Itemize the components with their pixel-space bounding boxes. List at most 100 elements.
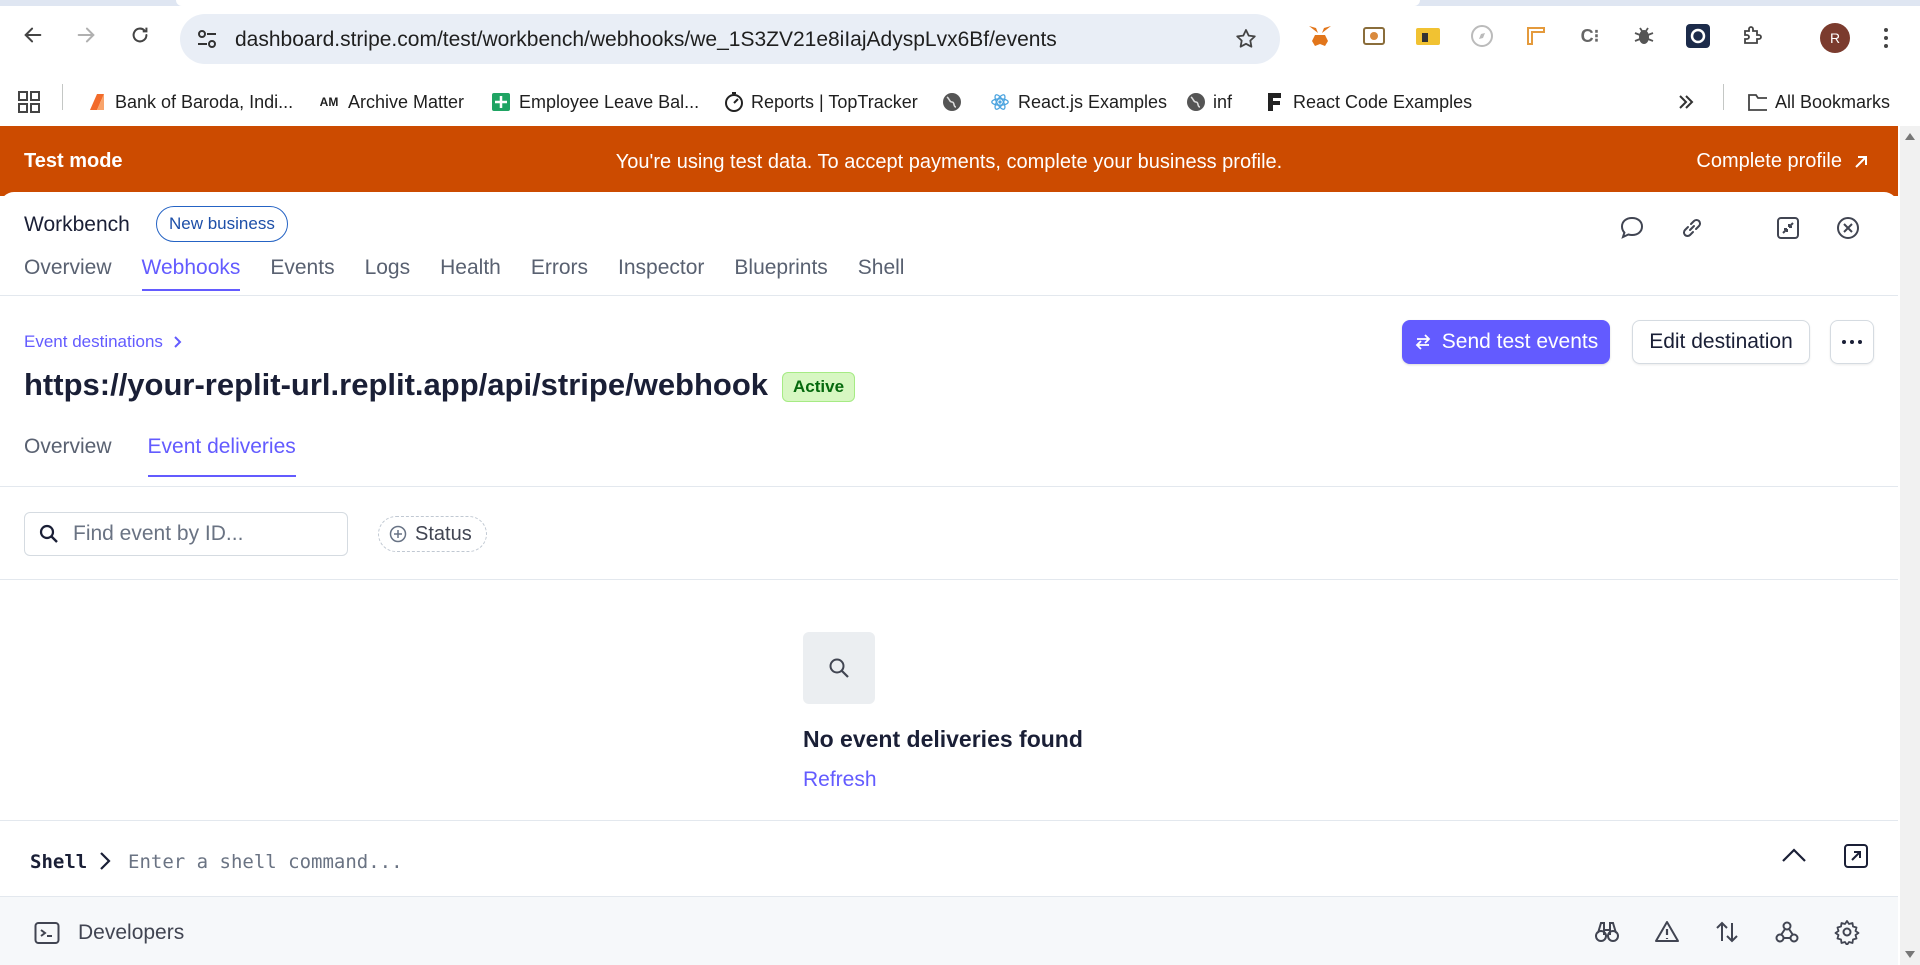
bookmark-label: Reports | TopTracker: [751, 91, 918, 112]
extensions-puzzle-icon[interactable]: [1739, 23, 1765, 49]
metamask-extension-icon[interactable]: [1307, 23, 1333, 49]
event-search-input[interactable]: [73, 522, 313, 546]
bookmark-toptracker[interactable]: Reports | TopTracker: [723, 90, 918, 114]
developers-label[interactable]: Developers: [78, 921, 184, 945]
webhooks-icon[interactable]: [1774, 919, 1800, 945]
all-bookmarks-label: All Bookmarks: [1775, 91, 1891, 112]
more-actions-button[interactable]: [1830, 320, 1874, 364]
edit-destination-button[interactable]: Edit destination: [1632, 320, 1810, 364]
bookmark-label: React.js Examples: [1018, 91, 1168, 112]
apps-grid-icon[interactable]: [18, 90, 40, 114]
bookmark-react-code-examples[interactable]: React Code Examples: [1265, 90, 1472, 114]
ruler-extension-icon[interactable]: [1523, 23, 1549, 49]
tab-strip: [0, 0, 1920, 6]
globe-icon: [941, 92, 961, 112]
url-text[interactable]: dashboard.stripe.com/test/workbench/webh…: [235, 28, 1057, 52]
tab-inspector[interactable]: Inspector: [618, 255, 704, 289]
bookmarks-bar: Bank of Baroda, Indi... AM Archive Matte…: [0, 78, 1920, 124]
chevron-right-icon: [100, 852, 111, 870]
tab-webhooks[interactable]: Webhooks: [141, 255, 240, 291]
terminal-icon[interactable]: [34, 921, 60, 945]
chevron-right-icon: [174, 336, 182, 348]
bookmark-divider: [62, 84, 63, 110]
subtab-event-deliveries[interactable]: Event deliveries: [147, 432, 297, 477]
maximize-shell-icon[interactable]: [1843, 843, 1869, 869]
status-filter-label: Status: [415, 522, 472, 545]
tab-errors[interactable]: Errors: [531, 255, 588, 289]
profile-avatar[interactable]: R: [1820, 23, 1850, 53]
bookmark-reactjs-examples[interactable]: React.js Examples: [990, 90, 1167, 114]
close-workbench-icon[interactable]: [1834, 214, 1862, 242]
reload-icon[interactable]: [127, 22, 153, 48]
warning-triangle-icon[interactable]: [1654, 919, 1680, 945]
all-bookmarks[interactable]: All Bookmarks: [1747, 90, 1890, 114]
archive-matter-icon: AM: [319, 95, 339, 109]
feedback-chat-icon[interactable]: [1618, 214, 1646, 242]
bug-extension-icon[interactable]: [1631, 23, 1657, 49]
current-tab[interactable]: [176, 0, 1420, 6]
status-filter-button[interactable]: Status: [378, 516, 487, 552]
bookmark-archive-matter[interactable]: AM Archive Matter: [318, 90, 464, 114]
workbench-title: Workbench: [24, 213, 130, 236]
breadcrumb-event-destinations[interactable]: Event destinations: [24, 332, 163, 352]
clipboard-extension-icon[interactable]: [1685, 23, 1711, 49]
send-test-events-button[interactable]: Send test events: [1402, 320, 1610, 364]
binoculars-icon[interactable]: [1594, 919, 1620, 945]
tab-health[interactable]: Health: [440, 255, 501, 289]
expand-shell-chevron-up-icon[interactable]: [1781, 846, 1807, 864]
tab-blueprints[interactable]: Blueprints: [734, 255, 827, 289]
shell-bar: Shell: [0, 820, 1898, 896]
browser-menu-icon[interactable]: [1874, 24, 1898, 52]
tab-shell[interactable]: Shell: [858, 255, 905, 289]
scroll-down-icon[interactable]: [1905, 951, 1915, 959]
sort-arrows-icon[interactable]: [1714, 919, 1740, 945]
complete-profile-label: Complete profile: [1696, 150, 1842, 172]
test-mode-message: You're using test data. To accept paymen…: [615, 151, 1283, 173]
folder-extension-icon[interactable]: [1415, 23, 1441, 49]
bookmark-inf[interactable]: inf: [1185, 90, 1232, 114]
send-test-events-label: Send test events: [1441, 330, 1599, 353]
scroll-up-icon[interactable]: [1905, 132, 1915, 140]
tab-overview[interactable]: Overview: [24, 255, 112, 289]
complete-profile-link[interactable]: Complete profile: [1696, 150, 1870, 173]
bookmarks-overflow-icon[interactable]: [1677, 90, 1695, 114]
forward-icon[interactable]: [73, 22, 99, 48]
endpoint-url: https://your-replit-url.replit.app/api/s…: [24, 367, 769, 402]
plus-circle-icon: [389, 525, 407, 543]
compass-extension-icon[interactable]: [1469, 23, 1495, 49]
tab-events[interactable]: Events: [270, 255, 334, 289]
developers-bar: Developers: [0, 896, 1898, 965]
settings-gear-icon[interactable]: [1834, 919, 1860, 945]
bookmark-employee-leave[interactable]: Employee Leave Bal...: [491, 90, 699, 114]
globe-icon: [1185, 92, 1205, 112]
browser-toolbar: dashboard.stripe.com/test/workbench/webh…: [0, 0, 1920, 78]
copy-link-icon[interactable]: [1678, 214, 1706, 242]
bookmark-star-icon[interactable]: [1234, 27, 1258, 56]
refresh-link[interactable]: Refresh: [803, 768, 877, 792]
shell-command-input[interactable]: [128, 845, 1028, 879]
shell-label: Shell: [30, 851, 88, 873]
arrow-up-right-icon: [1855, 155, 1867, 168]
bookmark-globe[interactable]: [941, 90, 961, 114]
bookmark-label: Bank of Baroda, Indi...: [115, 91, 294, 112]
swap-arrows-icon: [1415, 334, 1431, 350]
divider: [0, 486, 1898, 487]
new-business-badge[interactable]: New business: [156, 206, 288, 242]
site-info-icon[interactable]: [194, 26, 220, 52]
tab-logs[interactable]: Logs: [365, 255, 411, 289]
event-search-box[interactable]: [24, 512, 348, 556]
back-icon[interactable]: [20, 22, 46, 48]
destination-tabs: Overview Event deliveries: [24, 432, 297, 477]
screenshot-extension-icon[interactable]: [1361, 23, 1387, 49]
divider: [0, 579, 1898, 580]
bookmark-bank-of-baroda[interactable]: Bank of Baroda, Indi...: [87, 90, 293, 114]
toptracker-icon: [723, 92, 743, 112]
subtab-overview[interactable]: Overview: [24, 432, 112, 476]
react-icon: [990, 92, 1010, 112]
colorzilla-extension-icon[interactable]: C⁝: [1577, 23, 1603, 49]
collapse-panel-icon[interactable]: [1774, 214, 1802, 242]
page-scrollbar[interactable]: [1900, 126, 1920, 965]
bookmark-divider: [1723, 84, 1724, 110]
breadcrumb[interactable]: Event destinations: [24, 332, 183, 352]
address-bar[interactable]: dashboard.stripe.com/test/workbench/webh…: [180, 14, 1280, 64]
